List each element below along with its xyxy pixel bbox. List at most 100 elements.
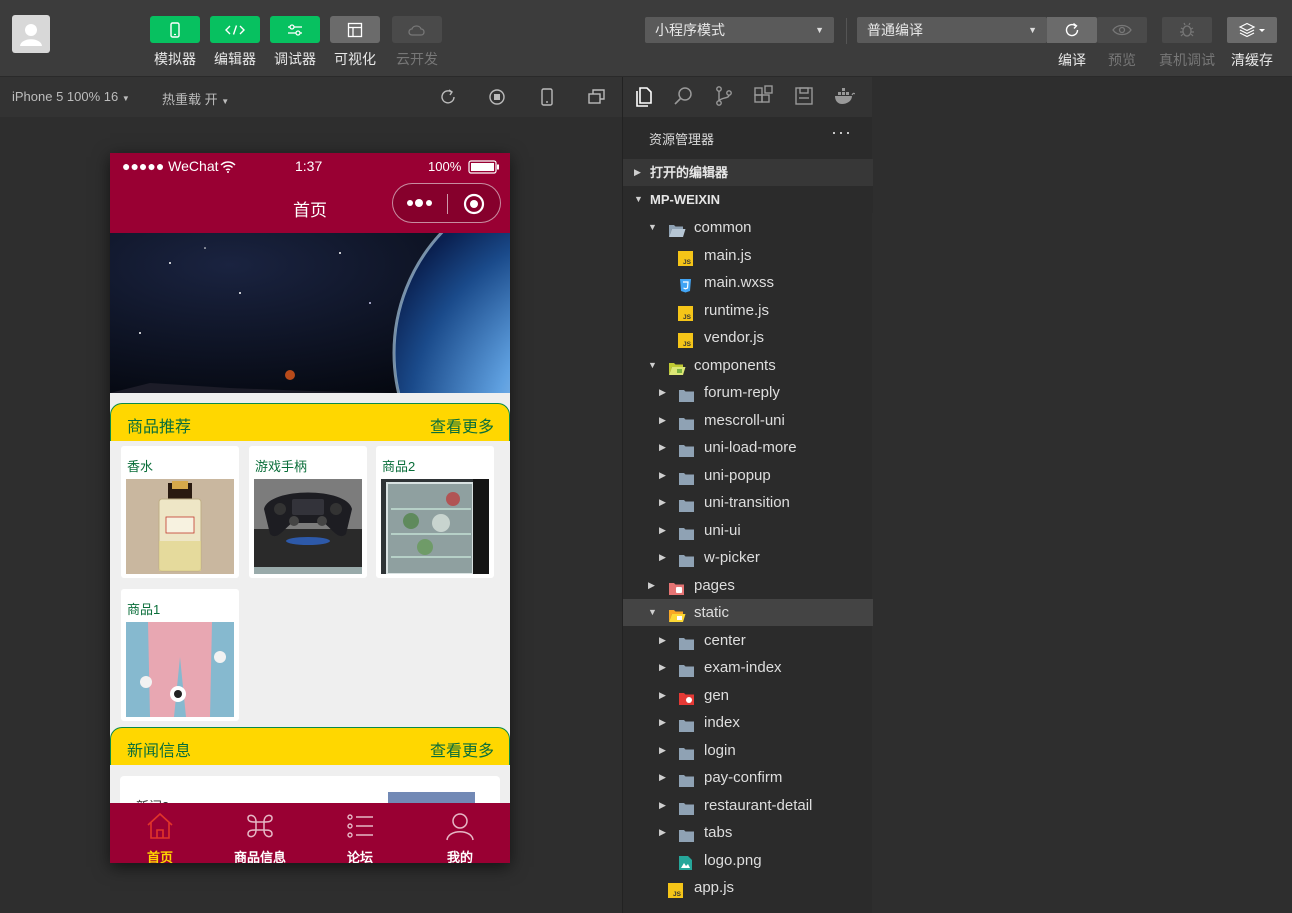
- tree-item-label: runtime.js: [704, 301, 770, 319]
- user-avatar[interactable]: [12, 15, 50, 53]
- tab-home[interactable]: 首页: [110, 803, 210, 863]
- simulator-toggle[interactable]: 模拟器: [150, 16, 200, 69]
- chevron-right-icon: ▶: [659, 662, 666, 672]
- product-name: 游戏手柄: [255, 459, 308, 474]
- remote-debug-button[interactable]: [1162, 17, 1212, 43]
- product-card[interactable]: 游戏手柄: [249, 446, 367, 578]
- tree-item-center[interactable]: ▶ center: [623, 627, 873, 654]
- tree-item-static[interactable]: ▼ static: [623, 599, 873, 626]
- device-icon[interactable]: [537, 87, 557, 107]
- phone-nav-bar: 首页: [110, 181, 510, 233]
- tree-item-label: uni-ui: [704, 521, 741, 539]
- docker-icon[interactable]: [833, 85, 855, 107]
- tree-item-uni-popup[interactable]: ▶ uni-popup: [623, 462, 873, 489]
- device-select[interactable]: iPhone 5 100% 16 ▼: [12, 89, 130, 104]
- tab-products[interactable]: 商品信息: [210, 803, 310, 863]
- tab-forum[interactable]: 论坛: [310, 803, 410, 863]
- compile-button[interactable]: [1047, 17, 1097, 43]
- home-banner[interactable]: [110, 233, 510, 393]
- hot-reload-select[interactable]: 热重载 开 ▼: [162, 89, 229, 108]
- compile-select[interactable]: 普通编译 ▼: [857, 17, 1047, 43]
- chevron-down-icon: ▼: [221, 97, 230, 106]
- tree-item-logo-png[interactable]: logo.png: [623, 847, 873, 874]
- tree-item-w-picker[interactable]: ▶ w-picker: [623, 544, 873, 571]
- tree-item-label: index: [704, 714, 740, 731]
- tree-item-label: app.js: [694, 879, 735, 896]
- tab-mine[interactable]: 我的: [410, 803, 510, 863]
- files-icon[interactable]: [633, 85, 655, 107]
- tree-item-runtime-js[interactable]: JS runtime.js: [623, 297, 873, 324]
- tab-label: 商品信息: [233, 850, 286, 863]
- tree-item-uni-ui[interactable]: ▶ uni-ui: [623, 517, 873, 544]
- more-actions-icon[interactable]: ···: [831, 122, 852, 143]
- tree-item-exam-index[interactable]: ▶ exam-index: [623, 654, 873, 681]
- product-card[interactable]: 商品2: [376, 446, 494, 578]
- editor-area-empty: [873, 77, 1292, 913]
- close-miniapp-icon[interactable]: [463, 193, 485, 215]
- more-dots-icon[interactable]: [405, 196, 435, 210]
- project-section[interactable]: ▼ MP-WEIXIN: [623, 186, 873, 213]
- chevron-down-icon: ▼: [648, 222, 657, 232]
- search-icon[interactable]: [673, 85, 695, 107]
- tree-item-common[interactable]: ▼ common: [623, 214, 873, 241]
- view-more-link[interactable]: 查看更多: [430, 737, 494, 761]
- pants-image: [126, 622, 234, 717]
- tree-item-index[interactable]: ▶ index: [623, 709, 873, 736]
- clear-cache-button[interactable]: [1227, 17, 1277, 43]
- rotate-icon[interactable]: [438, 87, 458, 107]
- chevron-right-icon: ▶: [648, 579, 655, 590]
- open-editors-section[interactable]: ▶ 打开的编辑器: [623, 159, 873, 186]
- cloud-icon: [408, 24, 425, 36]
- source-control-icon[interactable]: [713, 85, 735, 107]
- editor-toggle[interactable]: 编辑器: [210, 16, 260, 69]
- folder-icon: [678, 688, 694, 705]
- chevron-down-icon: ▼: [121, 94, 130, 103]
- tree-item-login[interactable]: ▶ login: [623, 737, 873, 764]
- cloud-dev-toggle[interactable]: 云开发: [392, 16, 442, 69]
- tab-label: 我的: [446, 850, 473, 863]
- tree-item-uni-transition[interactable]: ▶ uni-transition: [623, 489, 873, 516]
- tree-item-tabs[interactable]: ▶ tabs: [623, 819, 873, 846]
- section-title: 商品推荐: [127, 419, 192, 436]
- list-icon: [347, 814, 373, 838]
- chevron-right-icon: ▶: [659, 634, 666, 645]
- tree-item-uni-load-more[interactable]: ▶ uni-load-more: [623, 434, 873, 461]
- detach-window-icon[interactable]: [587, 87, 607, 107]
- tree-item-restaurant-detail[interactable]: ▶ restaurant-detail: [623, 792, 873, 819]
- svg-text:JS: JS: [673, 891, 682, 898]
- product-card[interactable]: 香水: [121, 446, 239, 578]
- tree-item-main-wxss[interactable]: main.wxss: [623, 269, 873, 296]
- stop-icon[interactable]: [487, 87, 507, 107]
- sliders-icon: [288, 23, 302, 36]
- svg-text:JS: JS: [683, 314, 692, 321]
- mode-select[interactable]: 小程序模式 ▼: [645, 17, 834, 43]
- chevron-right-icon: ▶: [659, 497, 666, 507]
- visual-toggle[interactable]: 可视化: [330, 16, 380, 69]
- preview-button[interactable]: [1097, 17, 1147, 43]
- save-icon[interactable]: [793, 85, 815, 107]
- chevron-right-icon: ▶: [659, 387, 666, 397]
- tree-item-mescroll-uni[interactable]: ▶ mescroll-uni: [623, 407, 873, 434]
- tree-item-pay-confirm[interactable]: ▶ pay-confirm: [623, 764, 873, 791]
- product-card[interactable]: 商品1: [121, 589, 239, 721]
- debugger-toggle[interactable]: 调试器: [270, 16, 320, 69]
- tree-item-label: exam-index: [704, 659, 782, 676]
- fridge-image: [381, 479, 489, 574]
- chevron-right-icon: ▶: [659, 799, 666, 810]
- tree-item-label: mescroll-uni: [704, 411, 785, 429]
- tree-item-app-js[interactable]: JS app.js: [623, 874, 873, 901]
- extensions-icon[interactable]: [753, 85, 775, 107]
- tree-item-vendor-js[interactable]: JS vendor.js: [623, 324, 873, 351]
- chevron-right-icon: ▶: [659, 772, 666, 782]
- view-more-link[interactable]: 查看更多: [430, 413, 494, 437]
- product-image: [254, 479, 362, 574]
- product-name: 香水: [127, 459, 154, 474]
- tab-label: 论坛: [346, 850, 373, 863]
- tree-item-forum-reply[interactable]: ▶ forum-reply: [623, 379, 873, 406]
- tree-item-main-js[interactable]: JS main.js: [623, 242, 873, 269]
- tree-item-gen[interactable]: ▶ gen: [623, 682, 873, 709]
- folder-icon: [678, 413, 694, 430]
- tree-item-pages[interactable]: ▶ pages: [623, 572, 873, 599]
- tree-item-components[interactable]: ▼ components: [623, 352, 873, 379]
- remote-debug-label: 真机调试: [1159, 52, 1215, 68]
